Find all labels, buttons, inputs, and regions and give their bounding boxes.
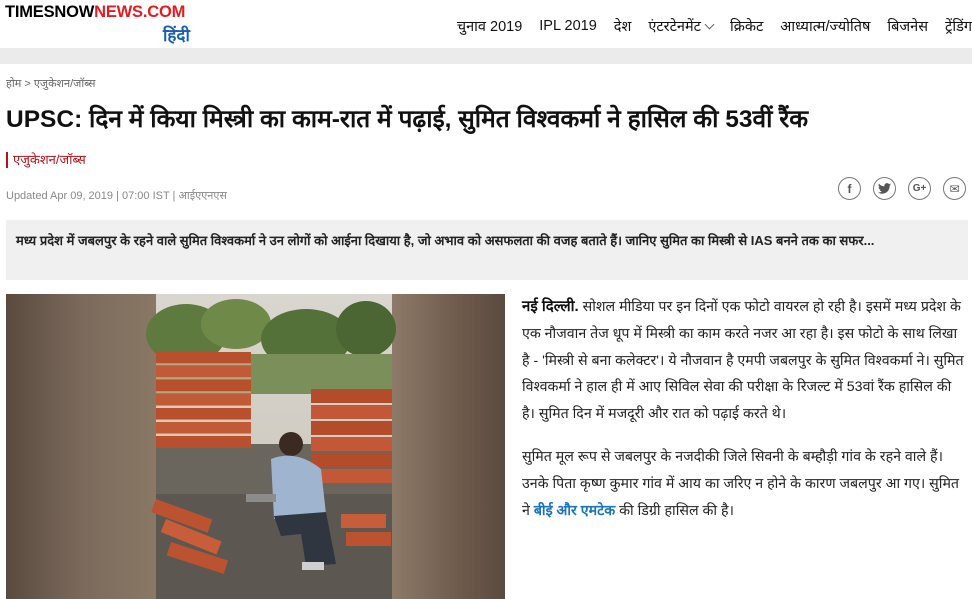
breadcrumb-separator: >	[24, 78, 31, 90]
article-headline: UPSC: दिन में किया मिस्त्री का काम-रात म…	[6, 106, 809, 133]
main-nav: चुनाव 2019 IPL 2019 देश एंटरटेनमेंट क्रि…	[440, 15, 972, 37]
article-category[interactable]: एजुकेशन/जॉब्स	[6, 152, 86, 168]
chevron-down-icon[interactable]	[704, 19, 715, 29]
article-paragraph: सुमित मूल रूप से जबलपुर के नजदीकी जिले स…	[522, 444, 966, 524]
nav-item-entertainment-label: एंटरटेनमेंट	[648, 19, 701, 35]
article-paragraph: नई दिल्ली. सोशल मीडिया पर इन दिनों एक फो…	[522, 294, 966, 428]
nav-item-country[interactable]: देश	[614, 16, 632, 36]
nav-item-trending[interactable]: ट्रेंडिंग	[945, 16, 972, 36]
logo-part1: TIMESNOW	[5, 3, 95, 21]
article-photo[interactable]	[6, 294, 505, 599]
breadcrumb: होम > एजुकेशन/जॉब्स	[6, 76, 95, 91]
article-dateline: नई दिल्ली.	[522, 298, 579, 315]
twitter-bird-shape	[878, 183, 891, 194]
email-icon[interactable]: ✉	[943, 177, 966, 200]
site-logo[interactable]: TIMESNOWNEWS.COM हिंदी	[5, 3, 205, 45]
breadcrumb-section[interactable]: एजुकेशन/जॉब्स	[34, 78, 96, 90]
degree-link[interactable]: बीई और एमटेक	[534, 503, 615, 519]
breadcrumb-home[interactable]: होम	[6, 78, 21, 90]
logo-wordmark: TIMESNOWNEWS.COM	[5, 3, 185, 22]
nav-item-business[interactable]: बिजनेस	[887, 16, 928, 36]
photo-illustration	[6, 294, 505, 599]
facebook-icon[interactable]: f	[838, 177, 861, 200]
paragraph-2-text-b: की डिग्री हासिल की है।	[615, 502, 734, 519]
google-plus-icon[interactable]: G+	[908, 177, 931, 200]
logo-part2: NEWS.COM	[94, 3, 186, 21]
logo-hindi: हिंदी	[163, 26, 190, 45]
nav-item-ipl[interactable]: IPL 2019	[539, 18, 597, 34]
nav-item-spirituality[interactable]: आध्यात्म/ज्योतिष	[780, 16, 870, 36]
share-bar: f G+ ✉	[826, 177, 966, 200]
article-meta: Updated Apr 09, 2019 | 07:00 IST | आईएएन…	[6, 190, 227, 202]
header-divider-strip	[0, 48, 972, 64]
paragraph-1-text: सोशल मीडिया पर इन दिनों एक फोटो वायरल हो…	[522, 299, 964, 423]
twitter-icon[interactable]	[873, 177, 896, 200]
site-header: TIMESNOWNEWS.COM हिंदी चुनाव 2019 IPL 20…	[0, 0, 972, 48]
article-body: नई दिल्ली. सोशल मीडिया पर इन दिनों एक फो…	[522, 294, 966, 540]
nav-item-entertainment[interactable]: एंटरटेनमेंट	[648, 16, 715, 36]
nav-item-cricket[interactable]: क्रिकेट	[730, 16, 763, 36]
article-summary: मध्य प्रदेश में जबलपुर के रहने वाले सुमि…	[6, 220, 968, 280]
nav-item-elections[interactable]: चुनाव 2019	[457, 16, 522, 36]
